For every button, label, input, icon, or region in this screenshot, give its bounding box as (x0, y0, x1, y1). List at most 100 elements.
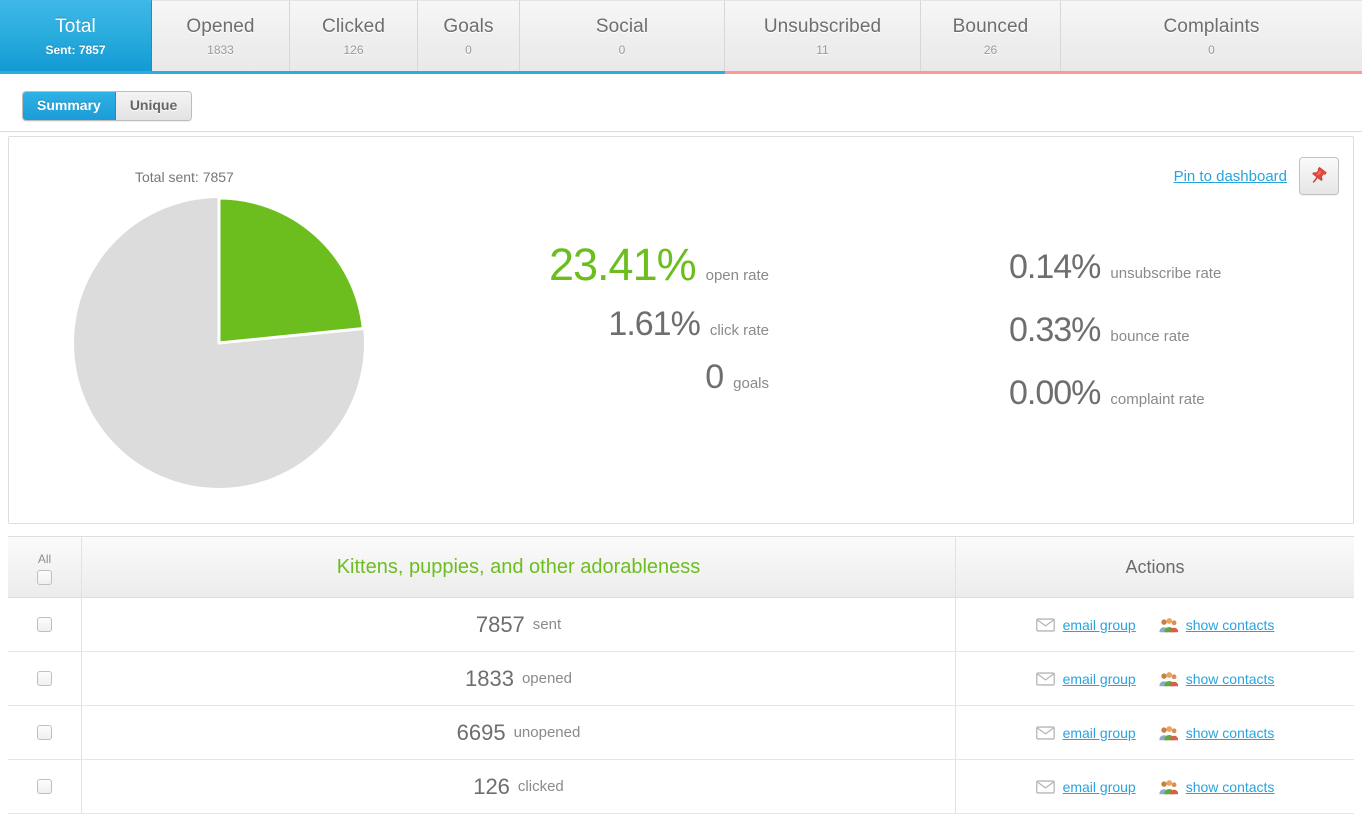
stat-row: 0.14% unsubscribe rate (1009, 247, 1339, 287)
campaign-title-cell: Kittens, puppies, and other adorableness (82, 537, 956, 597)
envelope-icon (1035, 671, 1055, 686)
action-show-contacts[interactable]: show contacts (1158, 724, 1275, 742)
stat-value: 0 (705, 358, 724, 396)
action-label[interactable]: email group (1063, 724, 1136, 742)
row-checkbox[interactable] (37, 725, 52, 740)
row-actions-cell: email group show contacts (956, 760, 1354, 813)
stat-label: complaint rate (1110, 391, 1205, 408)
tab-label: Unsubscribed (763, 15, 882, 37)
envelope-icon (1035, 779, 1055, 794)
stat-row: 1.61% click rate (439, 304, 769, 344)
row-actions-cell: email group show contacts (956, 652, 1354, 705)
stat-value: 23.41% (548, 239, 697, 290)
pie-svg (74, 196, 365, 488)
stat-row: 0.00% complaint rate (1009, 373, 1339, 413)
action-show-contacts[interactable]: show contacts (1158, 616, 1275, 634)
table-header-row: All Kittens, puppies, and other adorable… (8, 536, 1354, 598)
table-row: 126 clicked email group show contacts (8, 760, 1354, 814)
row-checkbox[interactable] (37, 617, 52, 632)
view-toggle-group: Summary Unique (22, 91, 193, 121)
row-checkbox[interactable] (37, 671, 52, 686)
campaign-report-page: Total Sent: 7857 Opened 1833 Clicked 126 Goals… (0, 0, 1362, 820)
tab-total[interactable]: Total Sent: 7857 (0, 0, 152, 71)
contacts-icon (1159, 671, 1178, 686)
action-email-group[interactable]: email group (1035, 670, 1136, 688)
tab-label: Goals (443, 15, 494, 37)
contacts-icon (1159, 617, 1178, 632)
tab-sublabel: 0 (618, 42, 626, 57)
campaign-title: Kittens, puppies, and other adorableness (336, 555, 701, 578)
select-all-label: All (37, 551, 52, 566)
row-label: clicked (517, 777, 564, 795)
action-label[interactable]: show contacts (1186, 724, 1275, 742)
stat-label: goals (733, 375, 769, 392)
row-checkbox[interactable] (37, 779, 52, 794)
contacts-icon (1159, 779, 1178, 794)
stat-label: click rate (709, 322, 769, 339)
contacts-icon (1159, 725, 1178, 740)
action-label[interactable]: email group (1063, 778, 1136, 796)
tab-sublabel: 0 (1208, 42, 1215, 57)
envelope-icon (1035, 617, 1055, 632)
pie-slice-opened (217, 196, 365, 345)
pin-to-dashboard-group: Pin to dashboard (1174, 157, 1339, 195)
action-email-group[interactable]: email group (1035, 616, 1136, 634)
tab-sublabel: Sent: 7857 (45, 42, 106, 57)
tab-label: Social (595, 15, 649, 37)
tab-social[interactable]: Social 0 (520, 0, 725, 71)
tab-label: Bounced (952, 15, 1029, 37)
tab-label: Clicked (322, 15, 385, 37)
total-sent-label: Total sent: 7857 (135, 169, 234, 185)
action-label[interactable]: email group (1063, 670, 1136, 688)
stat-value: 0.14% (1009, 248, 1101, 286)
open-rate-pie-chart (67, 191, 367, 491)
row-actions-cell: email group show contacts (956, 706, 1354, 759)
action-email-group[interactable]: email group (1035, 724, 1136, 742)
actions-header-cell: Actions (956, 537, 1354, 597)
summary-panel: Total sent: 7857 Pin to dashboard 23.41%… (8, 136, 1354, 524)
row-actions-cell: email group show contacts (956, 598, 1354, 651)
action-show-contacts[interactable]: show contacts (1158, 670, 1275, 688)
row-label: sent (532, 615, 562, 633)
tab-opened[interactable]: Opened 1833 (152, 0, 290, 71)
tab-sublabel: 26 (983, 42, 998, 57)
action-label[interactable]: email group (1063, 616, 1136, 634)
row-metric-cell: 126 clicked (82, 760, 956, 813)
stat-label: open rate (705, 267, 769, 284)
row-label: opened (521, 669, 572, 687)
row-value: 126 (473, 774, 510, 799)
report-tabbar: Total Sent: 7857 Opened 1833 Clicked 126 Goals… (0, 0, 1362, 74)
row-select-cell (8, 706, 82, 759)
subtab-unique[interactable]: Unique (115, 92, 192, 120)
action-show-contacts[interactable]: show contacts (1158, 778, 1275, 796)
tab-sublabel: 11 (816, 42, 829, 57)
select-all-checkbox[interactable] (37, 569, 52, 585)
tab-sublabel: 0 (465, 42, 472, 57)
tab-unsubscribed[interactable]: Unsubscribed 11 (725, 0, 921, 71)
secondary-stats-group: 0.14% unsubscribe rate 0.33% bounce rate 0.0… (1009, 247, 1339, 436)
tab-goals[interactable]: Goals 0 (418, 0, 520, 71)
action-email-group[interactable]: email group (1035, 778, 1136, 796)
tab-label: Total (55, 15, 96, 37)
tab-clicked[interactable]: Clicked 126 (290, 0, 418, 71)
row-select-cell (8, 652, 82, 705)
action-label[interactable]: show contacts (1186, 778, 1275, 796)
stat-row: 0.33% bounce rate (1009, 310, 1339, 350)
table-row: 1833 opened email group show contacts (8, 652, 1354, 706)
envelope-icon (1035, 725, 1055, 740)
subtab-summary[interactable]: Summary (23, 92, 116, 120)
action-label[interactable]: show contacts (1186, 616, 1275, 634)
pin-to-dashboard-link[interactable]: Pin to dashboard (1174, 167, 1287, 186)
stat-value: 1.61% (608, 305, 700, 343)
tab-bounced[interactable]: Bounced 26 (921, 0, 1061, 71)
row-value: 7857 (475, 612, 525, 637)
row-value: 1833 (464, 666, 514, 691)
row-metric-cell: 6695 unopened (82, 706, 956, 759)
tab-complaints[interactable]: Complaints 0 (1061, 0, 1362, 71)
action-label[interactable]: show contacts (1186, 670, 1275, 688)
row-metric-cell: 1833 opened (82, 652, 956, 705)
stat-row: 23.41% open rate (439, 239, 769, 291)
pin-to-dashboard-button[interactable] (1299, 157, 1339, 195)
breakdown-table: All Kittens, puppies, and other adorable… (8, 536, 1354, 814)
stat-row: 0 goals (439, 357, 769, 397)
